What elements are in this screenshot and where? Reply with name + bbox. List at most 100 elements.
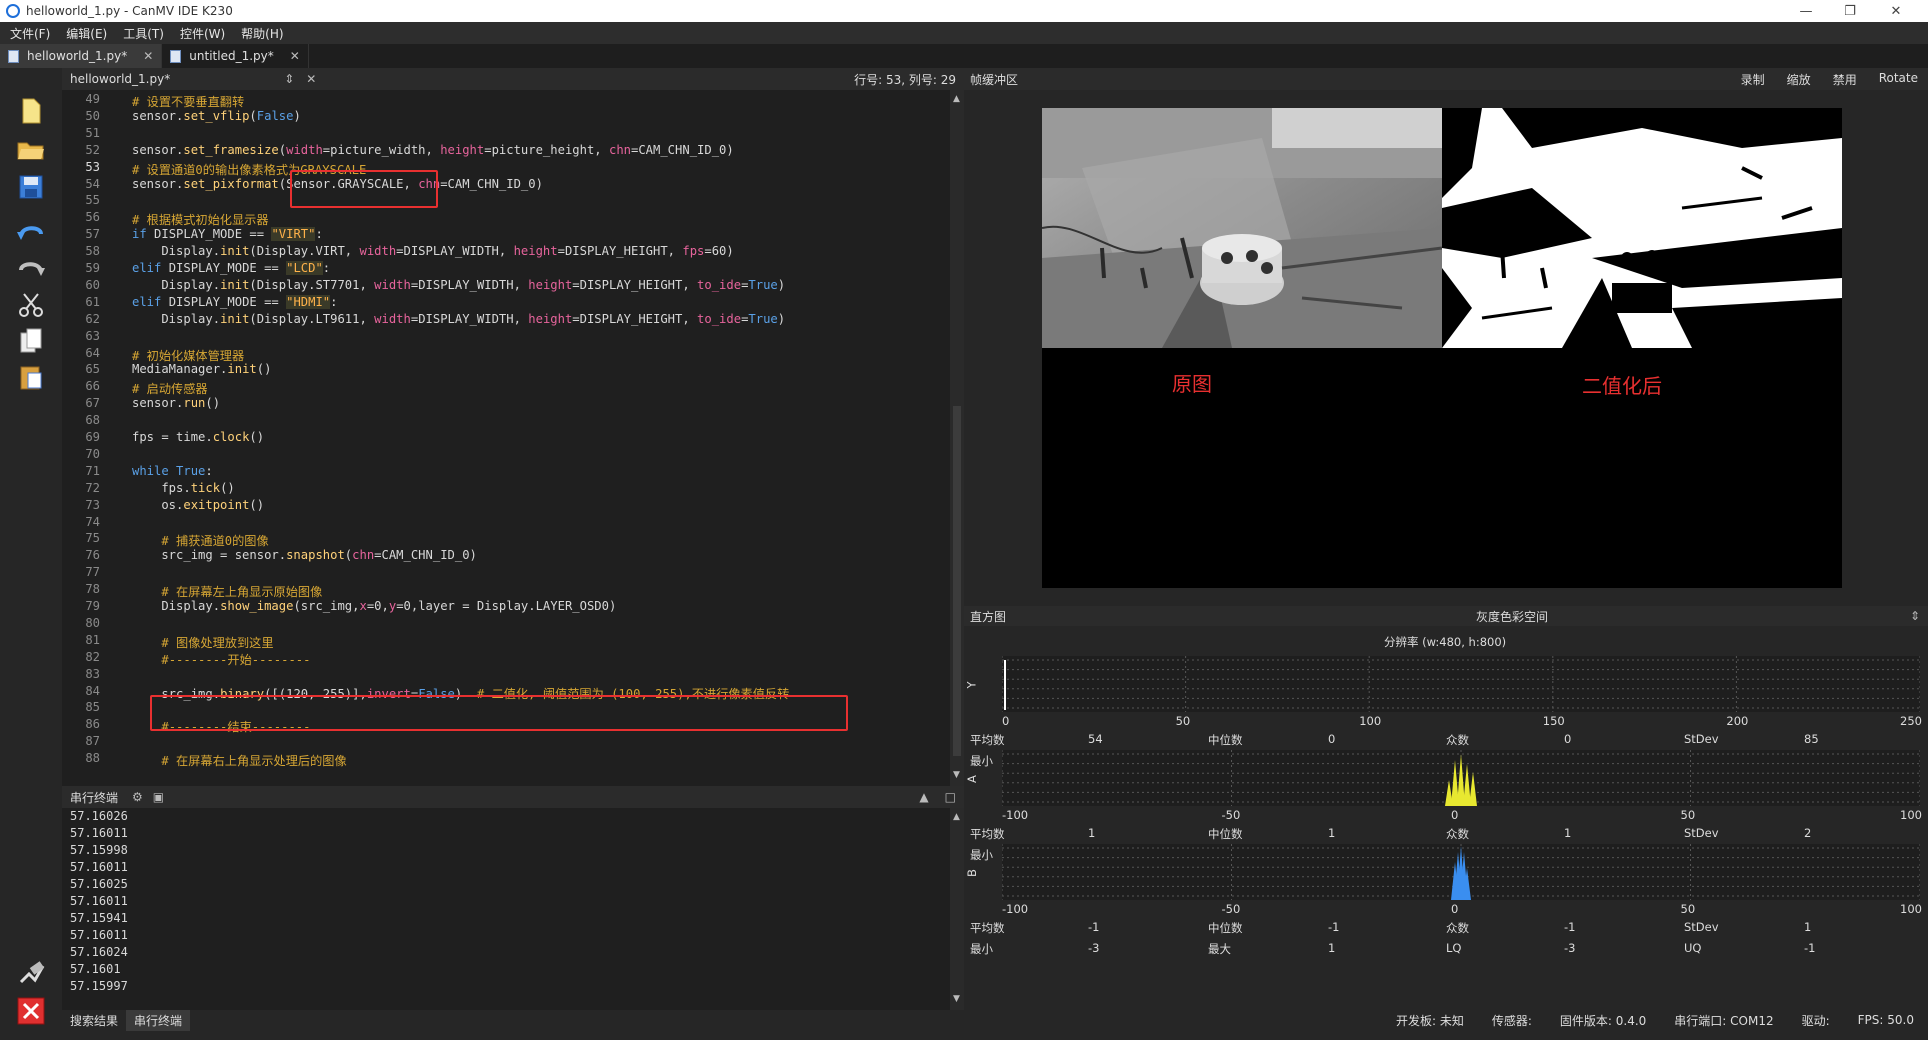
line-number: 85 bbox=[85, 700, 100, 715]
close-window-icon[interactable]: ✕ bbox=[1876, 0, 1916, 22]
colorspace-dropdown-icon[interactable]: ⇕ bbox=[1910, 609, 1920, 623]
histogram-axis-label: 0 bbox=[1451, 808, 1459, 822]
connect-icon[interactable] bbox=[16, 958, 46, 988]
tab-serial-terminal[interactable]: 串行终端 bbox=[126, 1009, 191, 1031]
histogram-stat-label: UQ bbox=[1684, 941, 1702, 955]
line-number: 59 bbox=[85, 261, 100, 275]
histogram-stat-label: 平均数 bbox=[970, 827, 1005, 841]
framebuffer-image bbox=[1042, 108, 1842, 588]
rotate-button[interactable]: Rotate bbox=[1879, 71, 1918, 88]
editor-scrollbar[interactable]: ▲ ▼ bbox=[950, 90, 964, 786]
undo-icon[interactable] bbox=[16, 218, 46, 248]
code-line: Display.show_image(src_img,x=0,y=0,layer… bbox=[132, 599, 617, 613]
line-number: 80 bbox=[85, 615, 100, 630]
maximize-pane-icon[interactable]: □ bbox=[945, 790, 956, 804]
close-tab-icon[interactable]: ✕ bbox=[290, 49, 300, 63]
serial-line: 57.16011 bbox=[70, 894, 128, 908]
save-icon[interactable] bbox=[16, 172, 46, 202]
histogram-stat-value: -3 bbox=[1088, 941, 1100, 955]
minimize-icon[interactable]: — bbox=[1786, 0, 1826, 22]
line-number: 68 bbox=[85, 413, 100, 428]
histogram-stat-label: 中位数 bbox=[1208, 827, 1243, 841]
redo-icon[interactable] bbox=[16, 254, 46, 284]
line-number: 52 bbox=[85, 142, 100, 157]
record-button[interactable]: 录制 bbox=[1741, 71, 1765, 88]
tab-label: helloworld_1.py* bbox=[27, 49, 128, 63]
histogram-stat-value: -3 bbox=[1564, 941, 1576, 955]
code-line: while True: bbox=[132, 463, 213, 478]
histogram-stat-label: StDev bbox=[1684, 826, 1719, 840]
maximize-icon[interactable]: ❐ bbox=[1830, 0, 1870, 22]
histogram-channel-label: B bbox=[964, 869, 979, 877]
left-toolbar bbox=[0, 68, 62, 1040]
serial-line: 57.16024 bbox=[70, 945, 128, 959]
serial-terminal[interactable]: 57.16026 57.16011 57.15998 57.16011 57.16025… bbox=[62, 808, 950, 1010]
menu-help[interactable]: 帮助(H) bbox=[235, 25, 289, 42]
line-number: 75 bbox=[85, 531, 100, 546]
line-number: 63 bbox=[85, 328, 100, 343]
collapse-icon[interactable]: ▲ bbox=[919, 790, 928, 804]
stop-icon[interactable] bbox=[16, 996, 46, 1026]
histogram-axis-label: -50 bbox=[1221, 808, 1241, 822]
new-file-icon[interactable] bbox=[16, 96, 46, 126]
serial-line: 57.16011 bbox=[70, 860, 128, 874]
copy-icon[interactable] bbox=[16, 326, 46, 356]
code-line: Display.init(Display.ST7701, width=DISPL… bbox=[132, 277, 786, 292]
serial-line: 57.15998 bbox=[70, 843, 128, 857]
histogram-plot bbox=[1002, 656, 1920, 712]
line-number: 56 bbox=[85, 210, 100, 225]
histogram-channel-label: Y bbox=[964, 681, 979, 689]
code-line: # 启动传感器 bbox=[132, 382, 208, 397]
tab-search-results[interactable]: 搜索结果 bbox=[62, 1010, 126, 1031]
highlight-pixformat bbox=[290, 170, 438, 208]
menu-file[interactable]: 文件(F) bbox=[4, 25, 56, 42]
zoom-button[interactable]: 缩放 bbox=[1787, 71, 1811, 88]
resolution-label: 分辨率 (w:480, h:800) bbox=[1384, 635, 1507, 649]
highlight-binary bbox=[150, 695, 848, 731]
disable-button[interactable]: 禁用 bbox=[1833, 71, 1857, 88]
histogram-axis-label: 0 bbox=[1451, 902, 1459, 916]
histogram-stat-label: StDev bbox=[1684, 732, 1719, 746]
close-editor-icon[interactable]: ✕ bbox=[306, 72, 316, 86]
code-editor[interactable]: 49 # 设置不要垂直翻转 50 sensor.set_vflip(False) 51 5… bbox=[62, 90, 950, 786]
close-tab-icon[interactable]: ✕ bbox=[143, 49, 153, 63]
histogram-stat-value: -1 bbox=[1804, 941, 1816, 955]
line-number: 69 bbox=[85, 430, 100, 444]
serial-save-icon[interactable]: ▣ bbox=[153, 790, 164, 804]
colorspace-select[interactable]: 灰度色彩空间 bbox=[1476, 608, 1548, 625]
editor-file-label[interactable]: helloworld_1.py* bbox=[70, 72, 170, 86]
line-number: 87 bbox=[85, 734, 100, 749]
histogram-peak bbox=[1004, 660, 1006, 710]
line-number: 72 bbox=[85, 480, 100, 495]
status-driver: 驱动: bbox=[1801, 1013, 1830, 1028]
file-dropdown-icon[interactable]: ⇕ bbox=[284, 72, 294, 86]
serial-line: 57.16011 bbox=[70, 826, 128, 840]
serial-settings-icon[interactable]: ⚙ bbox=[132, 790, 143, 804]
cut-icon[interactable] bbox=[16, 290, 46, 320]
menu-widgets[interactable]: 控件(W) bbox=[174, 25, 231, 42]
binary-image bbox=[1442, 108, 1842, 348]
serial-line: 57.16025 bbox=[70, 877, 128, 891]
line-number: 81 bbox=[85, 632, 100, 647]
status-board: 开发板: 未知 bbox=[1395, 1013, 1464, 1028]
status-firmware: 固件版本: 0.4.0 bbox=[1559, 1013, 1647, 1028]
menu-edit[interactable]: 编辑(E) bbox=[60, 25, 113, 42]
histogram-stat-label: 最小 bbox=[970, 754, 993, 768]
cursor-position: 行号: 53, 列号: 29 bbox=[854, 72, 956, 87]
tab-helloworld[interactable]: helloworld_1.py* ✕ bbox=[0, 44, 163, 68]
line-number: 53 bbox=[85, 159, 100, 174]
line-number: 51 bbox=[85, 125, 100, 140]
line-number: 66 bbox=[85, 379, 100, 394]
bottom-tabs: 搜索结果 串行终端 bbox=[62, 1009, 964, 1031]
tab-label: untitled_1.py* bbox=[189, 49, 274, 63]
line-number: 86 bbox=[85, 717, 100, 732]
serial-scrollbar[interactable]: ▲ ▼ bbox=[950, 808, 964, 1010]
paste-icon[interactable] bbox=[16, 362, 46, 392]
histogram-stat-label: 最小 bbox=[970, 848, 993, 862]
tab-untitled[interactable]: untitled_1.py* ✕ bbox=[162, 44, 309, 68]
menu-tools[interactable]: 工具(T) bbox=[117, 25, 170, 42]
line-number: 65 bbox=[85, 362, 100, 377]
open-folder-icon[interactable] bbox=[16, 134, 46, 164]
line-number: 73 bbox=[85, 497, 100, 512]
line-number: 76 bbox=[85, 548, 100, 563]
